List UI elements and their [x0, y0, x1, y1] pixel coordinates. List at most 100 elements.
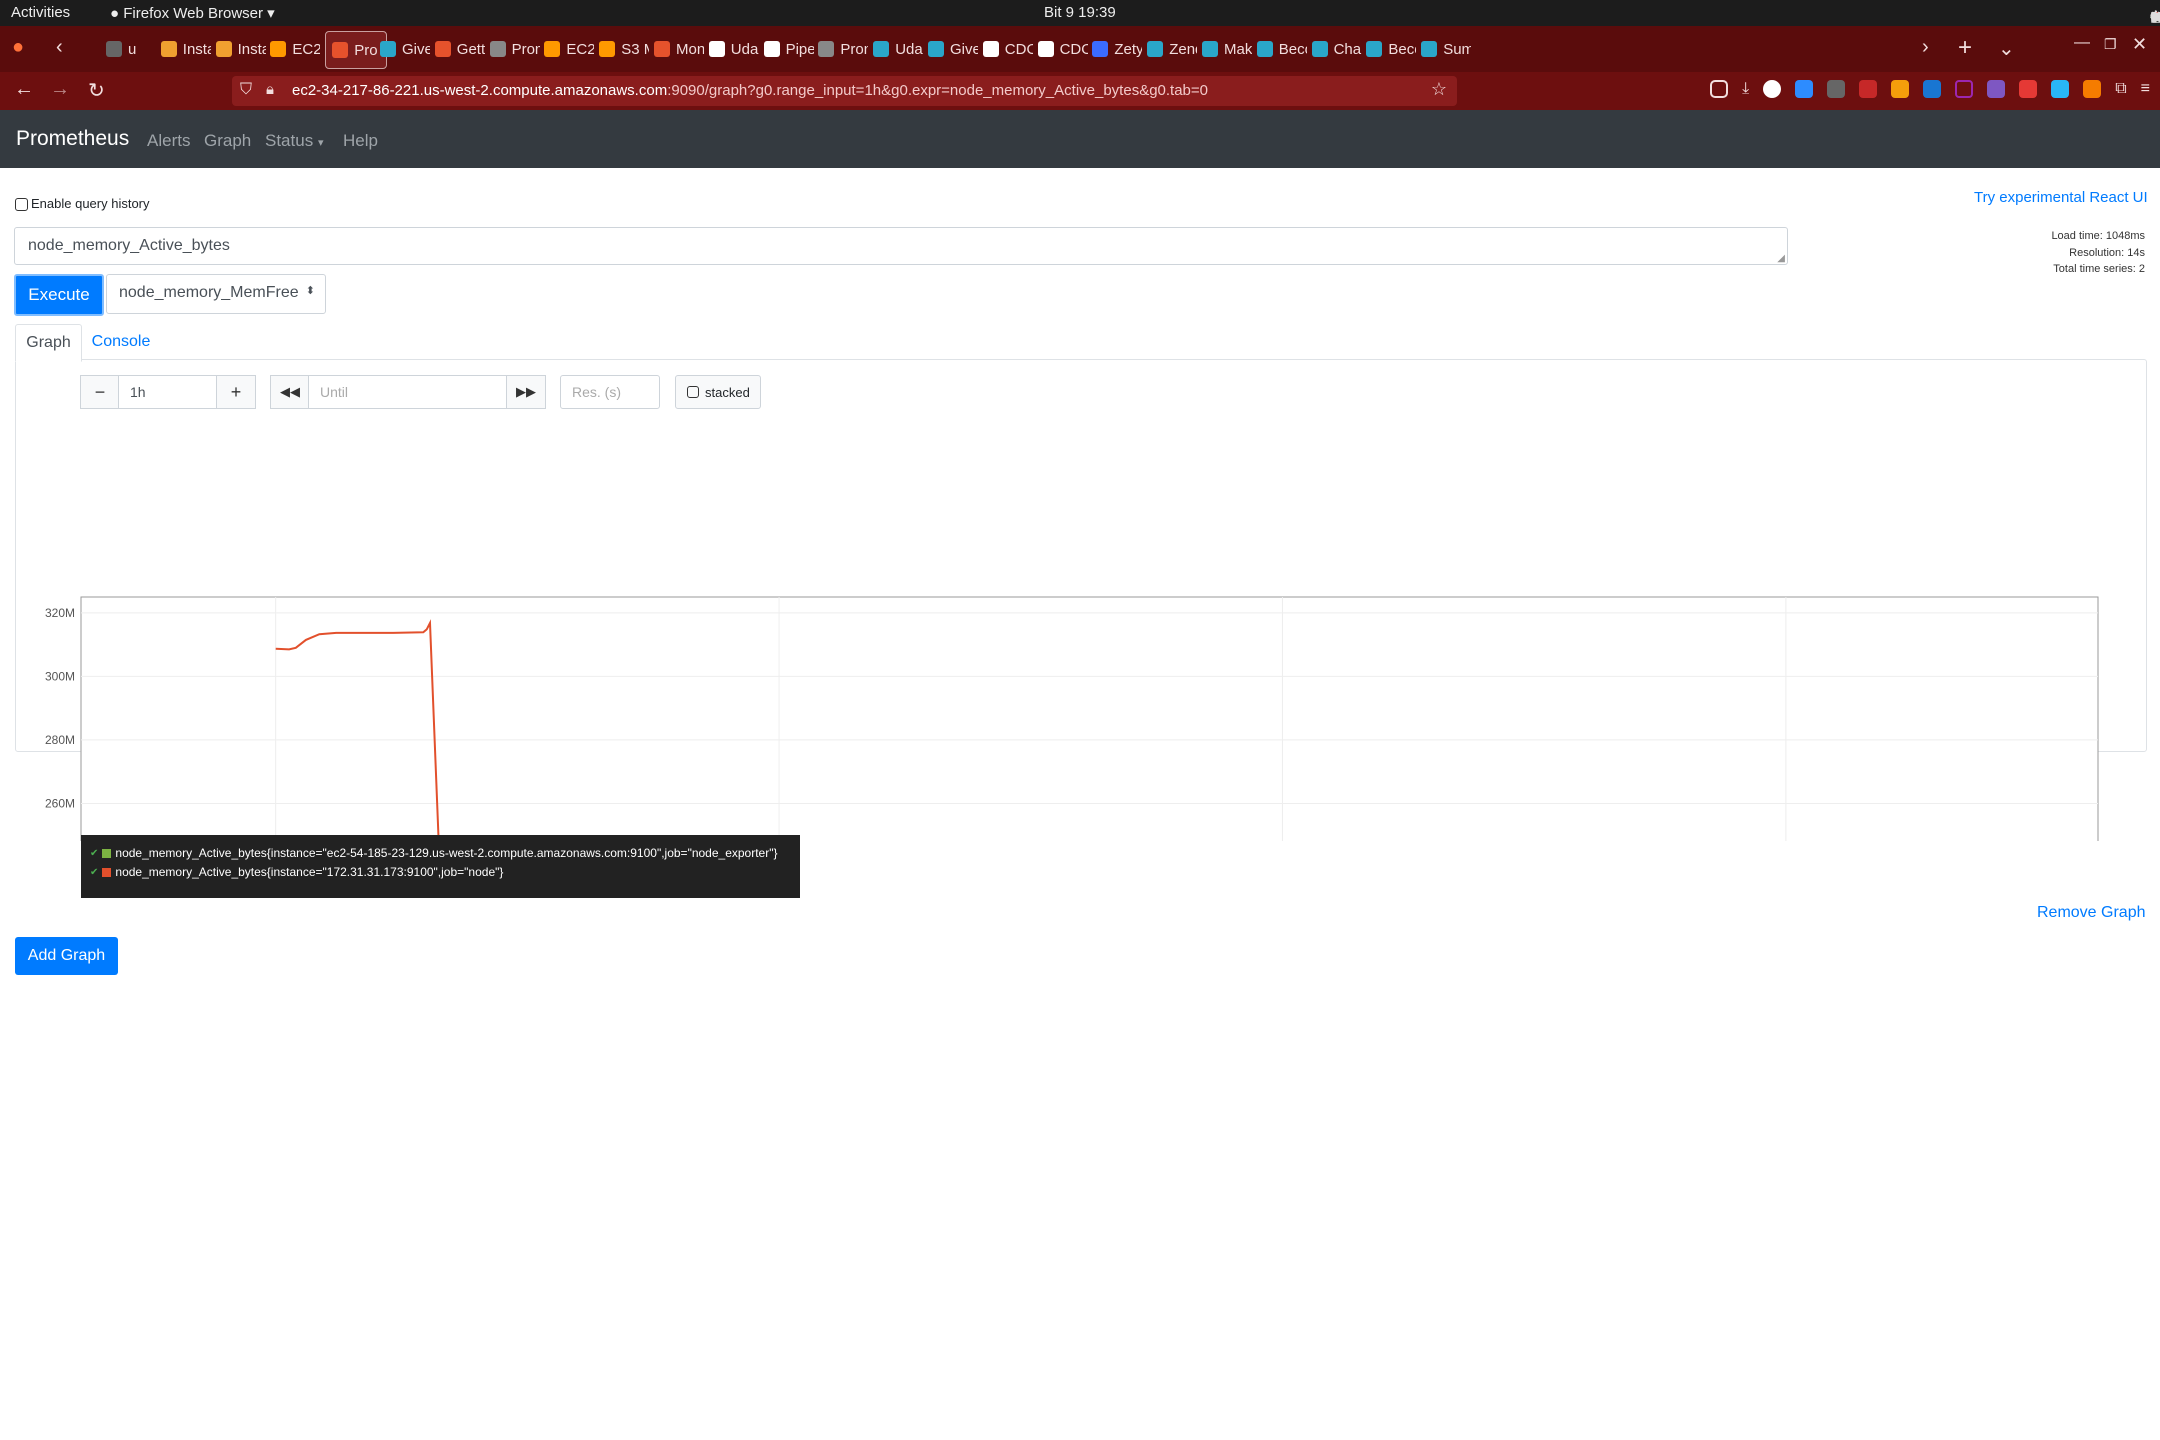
tab-label: Prom: [511, 40, 540, 58]
range-input[interactable]: 1h: [118, 375, 218, 409]
tab-console[interactable]: Console: [86, 324, 156, 360]
browser-tab[interactable]: Sum: [1421, 31, 1471, 67]
tab-label: EC2 I: [292, 40, 321, 58]
wikipedia-extension-icon[interactable]: [1763, 80, 1782, 98]
forward-icon[interactable]: →: [50, 78, 70, 101]
extension-badge-icon[interactable]: [1923, 80, 1942, 98]
check-icon: ✔: [90, 866, 99, 878]
nav-help[interactable]: Help: [343, 131, 378, 151]
resolution-input[interactable]: Res. (s): [560, 375, 660, 409]
browser-tab[interactable]: Pro✕: [325, 31, 388, 69]
power-icon[interactable]: ⏻: [2150, 8, 2160, 25]
new-tab-icon[interactable]: +: [1958, 34, 1972, 62]
brand-link[interactable]: Prometheus: [16, 127, 129, 151]
firefox-menu-icon[interactable]: ●: [12, 36, 24, 59]
extensions-puzzle-icon[interactable]: ⧉: [2115, 80, 2126, 98]
metamask-extension-icon[interactable]: [2083, 80, 2102, 98]
until-input[interactable]: Until: [308, 375, 508, 409]
range-decrease-button[interactable]: −: [80, 375, 120, 409]
bookmark-star-icon[interactable]: ☆: [1431, 79, 1447, 100]
browser-tab[interactable]: CDO: [982, 31, 1033, 67]
nav-alerts[interactable]: Alerts: [147, 131, 190, 151]
extension-icon[interactable]: [1827, 80, 1846, 98]
legend-item-node[interactable]: ✔ node_memory_Active_bytes{instance="172…: [90, 865, 503, 879]
tab-favicon-icon: [1202, 41, 1218, 57]
screenshot-extension-icon[interactable]: [1955, 80, 1974, 98]
tab-label: Pipel: [785, 40, 814, 58]
lock-extension-icon[interactable]: [2019, 80, 2038, 98]
browser-tab[interactable]: Insta: [160, 31, 211, 67]
browser-tab[interactable]: EC2 I: [544, 31, 594, 67]
clock[interactable]: Bit 9 19:39: [1044, 4, 1116, 21]
tab-favicon-icon: [1147, 41, 1164, 57]
tab-scroll-left-icon[interactable]: ‹: [56, 36, 63, 59]
range-increase-button[interactable]: +: [216, 375, 256, 409]
browser-tab[interactable]: Udac: [873, 31, 923, 67]
tab-scroll-right-icon[interactable]: ›: [1922, 36, 1929, 59]
browser-tab[interactable]: Zety: [1092, 31, 1142, 67]
legend-item-node-exporter[interactable]: ✔ node_memory_Active_bytes{instance="ec2…: [90, 846, 777, 860]
remove-graph-link[interactable]: Remove Graph: [2037, 904, 2146, 922]
url-text[interactable]: ec2-34-217-86-221.us-west-2.compute.amaz…: [292, 82, 1208, 99]
close-window-icon[interactable]: ✕: [2132, 34, 2147, 55]
hamburger-menu-icon[interactable]: ≡: [2141, 80, 2150, 98]
add-graph-button[interactable]: Add Graph: [15, 937, 118, 975]
restore-icon[interactable]: ❐: [2104, 36, 2117, 53]
nav-status[interactable]: Status ▾: [265, 131, 323, 151]
browser-tab[interactable]: Give: [928, 31, 978, 67]
metric-select[interactable]: node_memory_MemFree ⬍: [106, 274, 326, 314]
new-extension-icon[interactable]: [1859, 80, 1878, 98]
browser-tab[interactable]: EC2 I: [270, 31, 320, 67]
back-icon[interactable]: ←: [14, 78, 34, 101]
honey-extension-icon[interactable]: [1891, 80, 1910, 98]
load-time: Load time: 1048ms: [2051, 230, 2145, 242]
tab-graph[interactable]: Graph: [15, 324, 82, 362]
browser-tab[interactable]: CDO: [1037, 31, 1088, 67]
browser-tab[interactable]: Pipel: [763, 31, 814, 67]
tab-label: Zety: [1114, 40, 1143, 58]
browser-tab[interactable]: Insta: [215, 31, 266, 67]
nav-graph[interactable]: Graph: [204, 131, 251, 151]
time-back-button[interactable]: ◀◀: [270, 375, 310, 409]
stacked-toggle[interactable]: stacked: [675, 375, 761, 409]
pocket-icon[interactable]: [1710, 80, 1729, 98]
tab-label: Beco: [1278, 40, 1307, 58]
tab-favicon-icon: [1037, 41, 1054, 57]
tracking-shield-icon[interactable]: ⛉: [240, 81, 252, 99]
browser-tab[interactable]: Beco: [1366, 31, 1416, 67]
list-all-tabs-icon[interactable]: ⌄: [1998, 36, 2015, 61]
stacked-checkbox[interactable]: [687, 386, 699, 398]
browser-tab[interactable]: Prom: [818, 31, 868, 67]
browser-tab[interactable]: Beco: [1256, 31, 1307, 67]
check-icon: ✔: [90, 847, 99, 859]
browser-tab[interactable]: Mon: [654, 31, 704, 67]
browser-tab[interactable]: Prom: [489, 31, 540, 67]
tab-label: Chap: [1333, 40, 1362, 58]
caret-down-icon: ▾: [317, 137, 324, 149]
react-ui-link[interactable]: Try experimental React UI: [1974, 189, 2148, 206]
activities-button[interactable]: Activities: [11, 4, 70, 21]
execute-button[interactable]: Execute: [14, 274, 104, 316]
pen-extension-icon[interactable]: [1987, 80, 2006, 98]
browser-tab[interactable]: Udac: [708, 31, 759, 67]
lock-icon[interactable]: 🔒︎: [266, 81, 274, 98]
browser-tab[interactable]: Give: [380, 31, 430, 67]
browser-tab[interactable]: Make: [1202, 31, 1252, 67]
browser-tab[interactable]: S3 M: [599, 31, 649, 67]
query-history-checkbox[interactable]: [15, 198, 28, 211]
app-menu[interactable]: ● Firefox Web Browser ▾: [110, 4, 275, 22]
browser-tab[interactable]: Getti: [434, 31, 485, 67]
expression-input[interactable]: node_memory_Active_bytes ◢: [14, 227, 1788, 265]
browser-tab[interactable]: Chap: [1311, 31, 1362, 67]
downloads-icon[interactable]: ⤓: [1742, 80, 1749, 98]
reload-icon[interactable]: ↻: [88, 78, 105, 103]
minimize-icon[interactable]: —: [2074, 34, 2090, 52]
time-forward-button[interactable]: ▶▶: [506, 375, 546, 409]
browser-tab[interactable]: u: [106, 31, 156, 67]
url-bar[interactable]: ⛉ 🔒︎ ec2-34-217-86-221.us-west-2.compute…: [232, 76, 1457, 106]
browser-tab[interactable]: Zend: [1147, 31, 1197, 67]
resize-handle-icon[interactable]: ◢: [1777, 253, 1785, 264]
zoom-extension-icon[interactable]: [1795, 80, 1814, 98]
tab-label: EC2 I: [566, 40, 595, 58]
plane-extension-icon[interactable]: [2051, 80, 2070, 98]
